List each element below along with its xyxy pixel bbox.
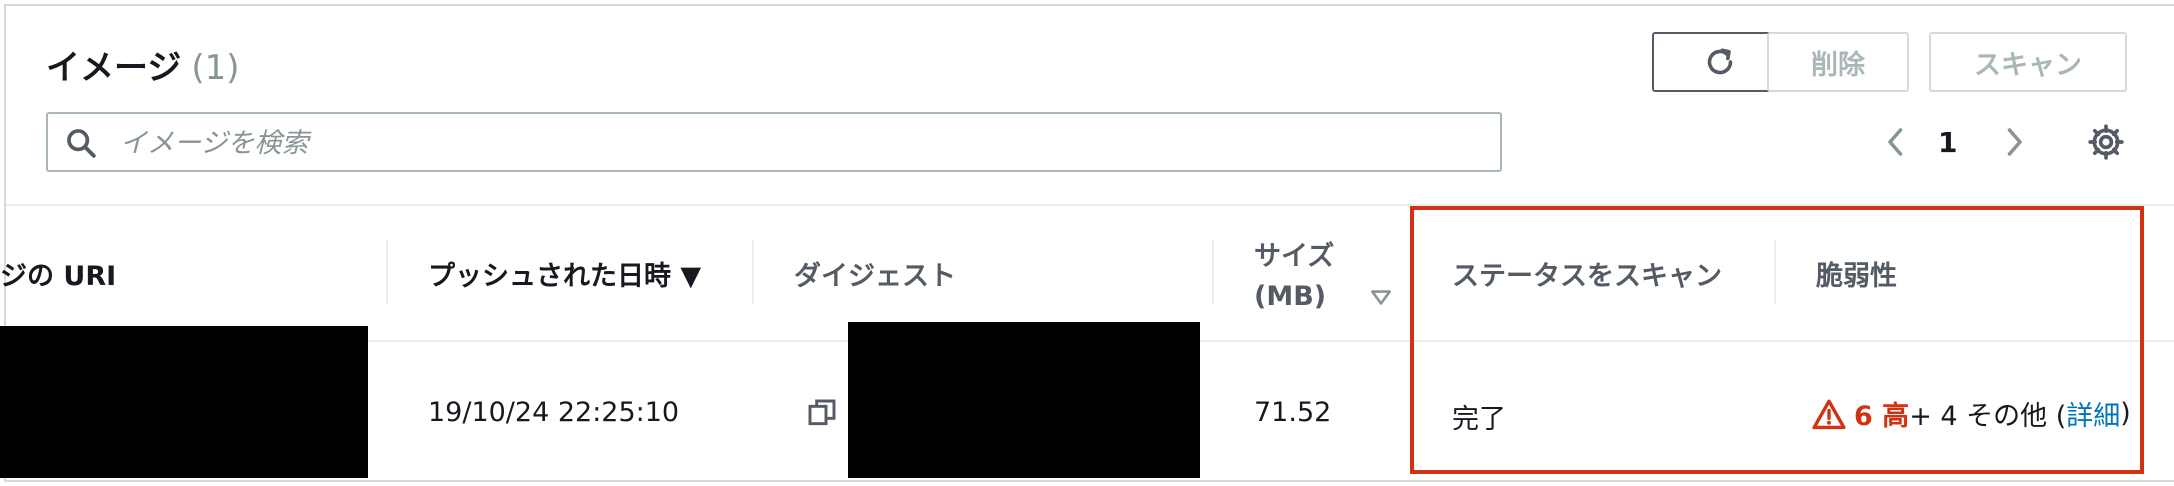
scan-button[interactable]: スキャン [1929,32,2127,92]
size-header-line1: サイズ [1254,241,1335,272]
column-header-uri: ジの URI [0,261,117,292]
gear-icon[interactable] [2086,122,2126,162]
copy-icon[interactable] [806,397,838,429]
current-page[interactable]: 1 [1938,126,1957,159]
column-header-pushed-at[interactable]: プッシュされた日時 ▼ [428,254,701,293]
delete-button[interactable]: 削除 [1767,32,1909,92]
highlight-box [1410,206,2144,474]
redacted-digest [848,322,1200,478]
pushed-at-cell: 19/10/24 22:25:10 [428,397,680,428]
image-count: (1) [191,48,240,88]
column-header-digest[interactable]: ダイジェスト [794,254,956,293]
search-icon [67,129,96,158]
redacted-uri [0,326,368,478]
chevron-right-icon[interactable] [1996,122,2032,162]
size-cell: 71.52 [1254,397,1332,428]
column-divider [1212,240,1214,304]
column-divider [752,240,754,304]
column-divider [386,240,388,304]
search-box[interactable] [46,112,1502,172]
page-title: イメージ (1) [46,40,240,89]
chevron-left-icon[interactable] [1878,122,1914,162]
size-header-line2: (MB) [1254,281,1327,312]
search-input[interactable] [118,122,1482,164]
column-header-size[interactable]: サイズ (MB) [1254,234,1394,312]
sort-caret-icon [1371,289,1392,305]
refresh-icon [1707,48,1733,75]
title-text: イメージ [46,48,182,88]
